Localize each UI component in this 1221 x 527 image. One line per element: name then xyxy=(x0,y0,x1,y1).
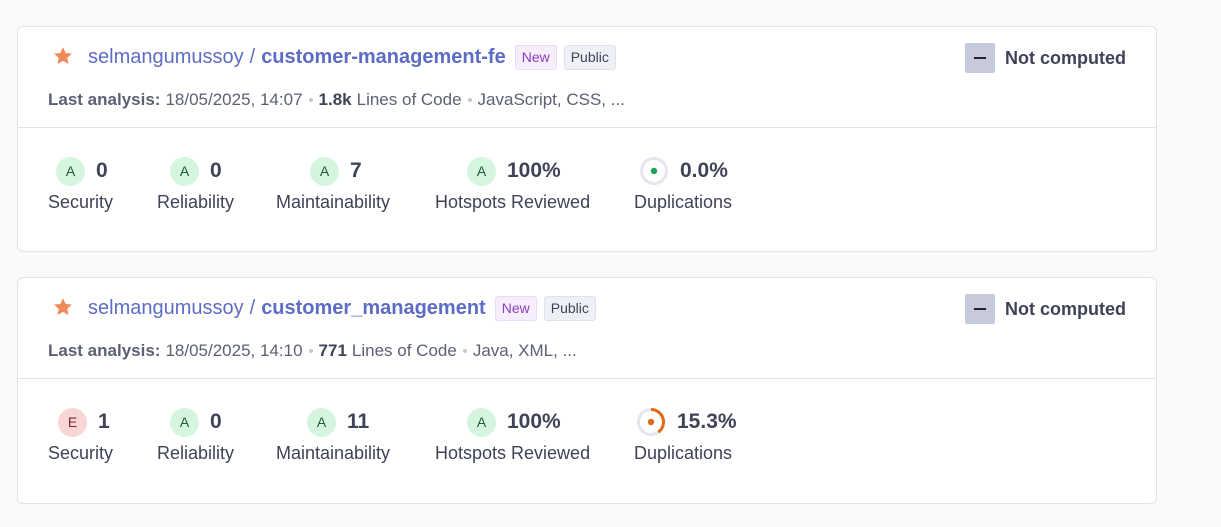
reliability-rating-badge: A xyxy=(170,407,199,437)
lines-of-code-value: 1.8k xyxy=(318,90,352,109)
project-meta: Last analysis: 18/05/2025, 14:10 771 Lin… xyxy=(48,341,577,361)
duplications-value[interactable]: 15.3% xyxy=(677,410,737,434)
last-analysis-label: Last analysis: xyxy=(48,341,161,360)
last-analysis-date: 18/05/2025, 14:07 xyxy=(165,90,303,109)
project-link[interactable]: selmangumussoy / customer-management-fe xyxy=(88,46,506,69)
project-org: selmangumussoy xyxy=(88,296,244,319)
not-computed-icon xyxy=(965,294,995,324)
quality-gate-label: Not computed xyxy=(1005,298,1126,319)
new-badge: New xyxy=(514,44,557,70)
hotspots-value[interactable]: 100% xyxy=(507,159,561,183)
hotspots-rating-badge: A xyxy=(467,407,496,437)
duplications-value[interactable]: 0.0% xyxy=(680,159,728,183)
new-badge: New xyxy=(494,295,537,321)
reliability-label: Reliability xyxy=(157,443,235,463)
maintainability-value[interactable]: 11 xyxy=(347,410,369,434)
project-title-row: selmangumussoy / customer-management-fe … xyxy=(88,43,616,71)
quality-gate-status: Not computed xyxy=(965,294,1126,324)
maintainability-rating-badge: A xyxy=(310,156,339,186)
reliability-rating-badge: A xyxy=(170,156,199,186)
duplications-label: Duplications xyxy=(634,192,733,212)
languages: JavaScript, CSS, ... xyxy=(477,90,625,109)
maintainability-label: Maintainability xyxy=(276,443,391,463)
lines-of-code-label: Lines of Code xyxy=(351,341,457,360)
project-card: selmangumussoy / customer-management-fe … xyxy=(17,26,1157,252)
last-analysis-date: 18/05/2025, 14:10 xyxy=(165,341,303,360)
hotspots-label: Hotspots Reviewed xyxy=(435,443,591,463)
hotspots-label: Hotspots Reviewed xyxy=(435,192,591,212)
project-name: customer_management xyxy=(261,296,486,319)
measures-row: E 1 Security A 0 Reliability A 11 Mainta… xyxy=(18,379,1156,503)
project-org: selmangumussoy xyxy=(88,45,244,68)
project-card-header: selmangumussoy / customer-management-fe … xyxy=(18,27,1156,128)
project-name: customer-management-fe xyxy=(261,45,506,68)
reliability-value[interactable]: 0 xyxy=(210,410,222,434)
maintainability-label: Maintainability xyxy=(276,192,391,212)
project-separator: / xyxy=(249,296,256,319)
duplications-donut-icon xyxy=(637,408,665,436)
star-icon[interactable] xyxy=(52,296,74,318)
last-analysis-label: Last analysis: xyxy=(48,90,161,109)
security-rating-badge: A xyxy=(56,156,85,186)
lines-of-code-value: 771 xyxy=(318,341,347,360)
visibility-badge: Public xyxy=(543,295,596,321)
security-value[interactable]: 1 xyxy=(98,410,110,434)
meta-separator xyxy=(462,349,467,353)
project-separator: / xyxy=(249,45,256,68)
project-meta: Last analysis: 18/05/2025, 14:07 1.8k Li… xyxy=(48,90,625,110)
duplications-donut-icon xyxy=(640,157,668,185)
hotspots-value[interactable]: 100% xyxy=(507,410,561,434)
reliability-value[interactable]: 0 xyxy=(210,159,222,183)
duplications-label: Duplications xyxy=(634,443,733,463)
security-value[interactable]: 0 xyxy=(96,159,108,183)
quality-gate-label: Not computed xyxy=(1005,47,1126,68)
meta-separator xyxy=(308,349,313,353)
hotspots-rating-badge: A xyxy=(467,156,496,186)
project-title-row: selmangumussoy / customer_management New… xyxy=(88,294,596,322)
measures-row: A 0 Security A 0 Reliability A 7 Maintai… xyxy=(18,128,1156,252)
visibility-badge: Public xyxy=(563,44,616,70)
reliability-label: Reliability xyxy=(157,192,235,212)
project-link[interactable]: selmangumussoy / customer_management xyxy=(88,297,486,320)
star-icon[interactable] xyxy=(52,45,74,67)
security-label: Security xyxy=(48,443,114,463)
languages: Java, XML, ... xyxy=(472,341,577,360)
lines-of-code-label: Lines of Code xyxy=(356,90,462,109)
project-card: selmangumussoy / customer_management New… xyxy=(17,277,1157,504)
not-computed-icon xyxy=(965,43,995,73)
project-card-header: selmangumussoy / customer_management New… xyxy=(18,278,1156,379)
security-rating-badge: E xyxy=(58,407,87,437)
maintainability-value[interactable]: 7 xyxy=(350,159,362,183)
quality-gate-status: Not computed xyxy=(965,43,1126,73)
security-label: Security xyxy=(48,192,114,212)
meta-separator xyxy=(467,98,472,102)
maintainability-rating-badge: A xyxy=(307,407,336,437)
meta-separator xyxy=(308,98,313,102)
